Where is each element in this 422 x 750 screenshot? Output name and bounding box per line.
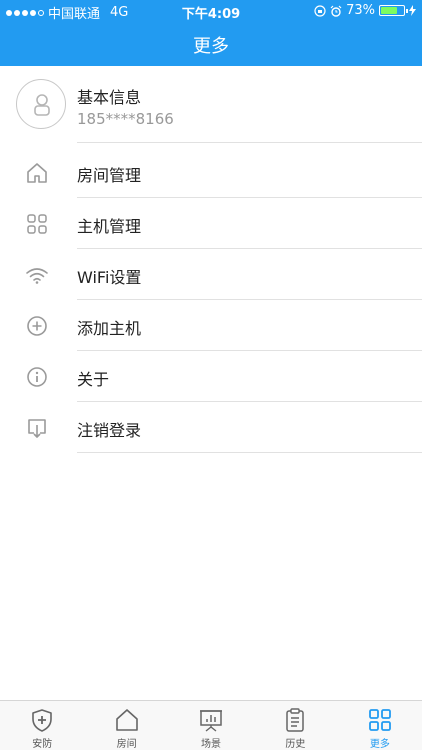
menu-item-label: 添加主机 (77, 319, 142, 338)
info-icon (27, 367, 47, 387)
wifi-icon (26, 268, 48, 284)
shield-plus-icon (32, 709, 53, 732)
tab-label: 场景 (201, 739, 222, 750)
profile-name: 基本信息 (77, 88, 142, 107)
divider (77, 142, 422, 143)
avatar[interactable] (16, 79, 66, 129)
divider (77, 452, 422, 453)
tab-label: 房间 (116, 739, 137, 750)
plus-circle-icon (27, 316, 47, 336)
home-icon (27, 163, 47, 183)
tab-more[interactable]: 更多 (338, 701, 422, 750)
menu-item-about[interactable]: 关于 (0, 351, 422, 402)
alarm-icon (330, 5, 342, 17)
menu-item-label: WiFi设置 (77, 268, 142, 287)
tab-label: 更多 (369, 739, 390, 750)
scene-icon (200, 710, 223, 732)
menu-item-logout[interactable]: 注销登录 (0, 402, 422, 453)
screen: 中国联通 4G 下午4:09 73% 更多 基本信息 185****8166 房… (0, 0, 422, 750)
profile-row[interactable]: 基本信息 185****8166 (0, 66, 422, 143)
clipboard-icon (286, 708, 305, 732)
menu-item-label: 主机管理 (77, 217, 142, 236)
menu-item-wifi-settings[interactable]: WiFi设置 (0, 249, 422, 300)
battery-percent: 73% (346, 3, 375, 18)
menu-item-label: 注销登录 (77, 421, 142, 440)
tab-history[interactable]: 历史 (253, 701, 337, 750)
profile-phone: 185****8166 (77, 110, 174, 128)
status-bar: 中国联通 4G 下午4:09 73% (0, 0, 422, 22)
rotation-lock-icon (314, 4, 326, 17)
grid-icon (27, 214, 47, 234)
tab-label: 安防 (32, 739, 53, 750)
menu-item-host-management[interactable]: 主机管理 (0, 198, 422, 249)
home-icon (115, 709, 138, 731)
user-icon (34, 94, 50, 116)
charging-icon (409, 5, 416, 16)
tab-rooms[interactable]: 房间 (84, 701, 168, 750)
menu-item-add-host[interactable]: 添加主机 (0, 300, 422, 351)
menu-list: 房间管理 主机管理 WiFi设置 添加主机 关于 注销登录 (0, 147, 422, 453)
menu-item-room-management[interactable]: 房间管理 (0, 147, 422, 198)
menu-item-label: 房间管理 (77, 166, 142, 185)
menu-item-label: 关于 (77, 370, 110, 389)
tab-label: 历史 (285, 739, 306, 750)
grid-icon (368, 709, 391, 731)
page-title: 更多 (193, 36, 229, 57)
battery-icon (379, 5, 408, 16)
tab-scenes[interactable]: 场景 (169, 701, 253, 750)
tab-security[interactable]: 安防 (0, 701, 84, 750)
tab-bar: 安防 房间 场景 历史 更多 (0, 700, 422, 750)
logout-icon (28, 419, 46, 438)
header: 中国联通 4G 下午4:09 73% 更多 (0, 0, 422, 66)
